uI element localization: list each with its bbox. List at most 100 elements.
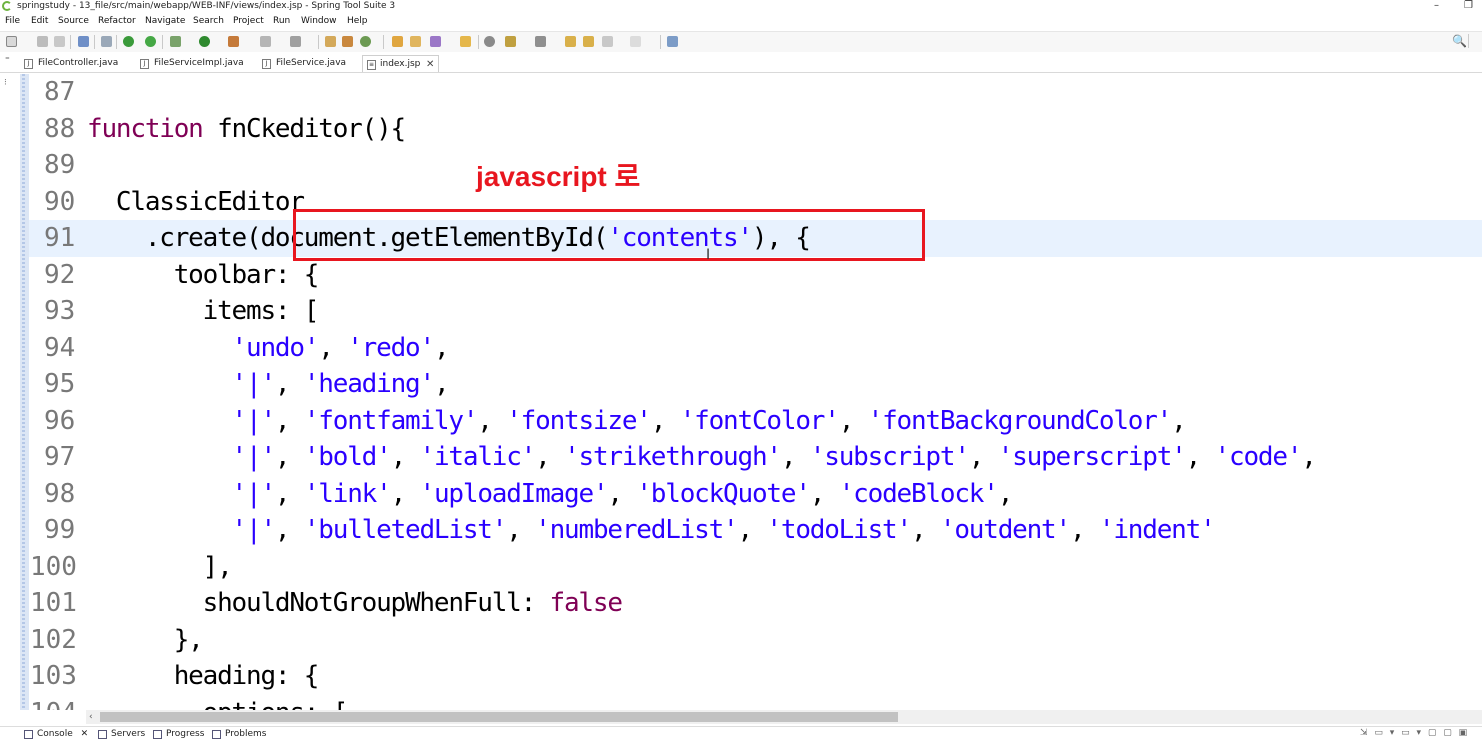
restore-button[interactable]: ❐ — [1464, 0, 1473, 11]
scrollbar-thumb[interactable] — [100, 712, 898, 722]
toolbar-icon[interactable] — [260, 36, 271, 47]
perspective-switcher[interactable] — [1468, 34, 1480, 48]
bottom-panel: Console ✕ Servers Progress Problems ⇲ ▭ … — [0, 726, 1482, 739]
code-line[interactable]: 101 shouldNotGroupWhenFull: false — [29, 585, 1482, 622]
menu-refactor[interactable]: Refactor — [98, 15, 136, 28]
code-line[interactable]: 92 toolbar: { — [29, 257, 1482, 294]
tab-label: Progress — [166, 729, 205, 739]
code-line[interactable]: 89 — [29, 147, 1482, 184]
console-icon — [24, 730, 33, 739]
code-line[interactable]: 104 options: [ — [29, 695, 1482, 711]
toolbar-icon[interactable] — [325, 36, 336, 47]
line-number: 94 — [44, 332, 76, 363]
scroll-left-arrow-icon[interactable]: ‹ — [89, 710, 93, 724]
toolbar-separator — [318, 35, 319, 49]
view-menu-icon[interactable]: ⁼ — [5, 56, 10, 66]
code-line[interactable]: 98 '|', 'link', 'uploadImage', 'blockQuo… — [29, 476, 1482, 513]
horizontal-scrollbar[interactable]: ‹ — [86, 710, 1482, 724]
toolbar-icon[interactable] — [460, 36, 471, 47]
toolbar-icon[interactable] — [667, 36, 678, 47]
toolbar-icon[interactable] — [505, 36, 516, 47]
tab-label: FileServiceImpl.java — [154, 58, 244, 68]
tab-file-service[interactable]: J FileService.java — [262, 55, 346, 72]
tab-file-controller[interactable]: J FileController.java — [24, 55, 118, 72]
code-text: '|', 'fontfamily', 'fontsize', 'fontColo… — [231, 405, 1187, 436]
code-line[interactable]: 95 '|', 'heading', — [29, 366, 1482, 403]
external-tools-icon[interactable] — [170, 36, 181, 47]
toolbar-icon[interactable] — [342, 36, 353, 47]
menu-navigate[interactable]: Navigate — [145, 15, 185, 28]
tab-servers[interactable]: Servers — [98, 729, 145, 739]
debug-icon[interactable] — [123, 36, 134, 47]
server-icon[interactable] — [199, 36, 210, 47]
code-text: options: [ — [87, 695, 349, 711]
code-text: shouldNotGroupWhenFull: false — [87, 588, 623, 618]
tab-index-jsp[interactable]: ≡ index.jsp ✕ — [362, 55, 440, 73]
problems-icon — [212, 730, 221, 739]
toolbar-icon[interactable] — [484, 36, 495, 47]
tab-file-service-impl[interactable]: J FileServiceImpl.java — [140, 55, 244, 72]
menu-help[interactable]: Help — [347, 15, 368, 28]
toolbar-separator — [383, 35, 384, 49]
back-icon[interactable] — [602, 36, 613, 47]
code-line[interactable]: 96 '|', 'fontfamily', 'fontsize', 'fontC… — [29, 403, 1482, 440]
menu-run[interactable]: Run — [273, 15, 290, 28]
minimize-button[interactable]: – — [1434, 0, 1439, 11]
toolbar-separator — [70, 35, 71, 49]
tab-problems[interactable]: Problems — [212, 729, 266, 739]
code-line[interactable]: 100 ], — [29, 549, 1482, 586]
menu-edit[interactable]: Edit — [31, 15, 48, 28]
tab-label: FileService.java — [276, 58, 347, 68]
code-text: items: [ — [87, 296, 320, 326]
code-editor[interactable]: ⁝ 87 88 function fnCkeditor(){89 90 Classic… — [0, 74, 1482, 710]
java-file-icon: J — [24, 59, 33, 69]
toolbar-separator — [660, 35, 661, 49]
menu-search[interactable]: Search — [193, 15, 224, 28]
code-line[interactable]: 99 '|', 'bulletedList', 'numberedList', … — [29, 512, 1482, 549]
spring-tool-suite-icon — [2, 1, 12, 11]
code-line[interactable]: 88 function fnCkeditor(){ — [29, 111, 1482, 148]
terminal-icon[interactable] — [101, 36, 112, 47]
menu-file[interactable]: File — [5, 15, 20, 28]
code-line[interactable]: 93 items: [ — [29, 293, 1482, 330]
java-file-icon: J — [140, 59, 149, 69]
line-number: 89 — [44, 150, 76, 180]
code-line[interactable]: 102 }, — [29, 622, 1482, 659]
menu-window[interactable]: Window — [301, 15, 337, 28]
search-icon[interactable]: 🔍 — [1452, 34, 1467, 48]
close-icon[interactable]: ✕ — [81, 729, 89, 739]
menu-source[interactable]: Source — [58, 15, 89, 28]
save-icon[interactable] — [37, 36, 48, 47]
toolbar-icon[interactable] — [410, 36, 421, 47]
menu-project[interactable]: Project — [233, 15, 264, 28]
run-icon[interactable] — [145, 36, 156, 47]
toolbar-icon[interactable] — [290, 36, 301, 47]
tab-console[interactable]: Console ✕ — [24, 729, 88, 739]
line-number: 97 — [44, 442, 76, 472]
forward-icon[interactable] — [630, 36, 641, 47]
line-number: 98 — [44, 478, 76, 509]
toolbar-icon[interactable] — [360, 36, 371, 47]
save-all-icon[interactable] — [54, 36, 65, 47]
code-line[interactable]: 97 '|', 'bold', 'italic', 'strikethrough… — [29, 439, 1482, 476]
toolbar-icon[interactable] — [392, 36, 403, 47]
toolbar-icon[interactable] — [430, 36, 441, 47]
line-number: 103 — [30, 661, 77, 691]
close-icon[interactable]: ✕ — [426, 56, 434, 73]
code-line[interactable]: 103 heading: { — [29, 658, 1482, 695]
toolbar-icon[interactable] — [535, 36, 546, 47]
tab-progress[interactable]: Progress — [153, 729, 204, 739]
new-icon[interactable] — [6, 36, 17, 47]
open-type-icon[interactable] — [228, 36, 239, 47]
title-bar: springstudy - 13_file/src/main/webapp/WE… — [0, 0, 1482, 13]
print-icon[interactable] — [78, 36, 89, 47]
code-line[interactable]: 94 'undo', 'redo', — [29, 330, 1482, 367]
line-number: 101 — [30, 588, 77, 618]
annotation-label: javascript 로 — [476, 161, 641, 192]
panel-actions-icon[interactable]: ⇲ ▭ ▾ ▭ ▾ ▢ ▢ ▣ — [1360, 728, 1469, 738]
tab-label: FileController.java — [38, 58, 119, 68]
toolbar-icon[interactable] — [583, 36, 594, 47]
code-line[interactable]: 87 — [29, 74, 1482, 111]
code-text: '|', 'link', 'uploadImage', 'blockQuote'… — [231, 478, 1014, 509]
toolbar-icon[interactable] — [565, 36, 576, 47]
